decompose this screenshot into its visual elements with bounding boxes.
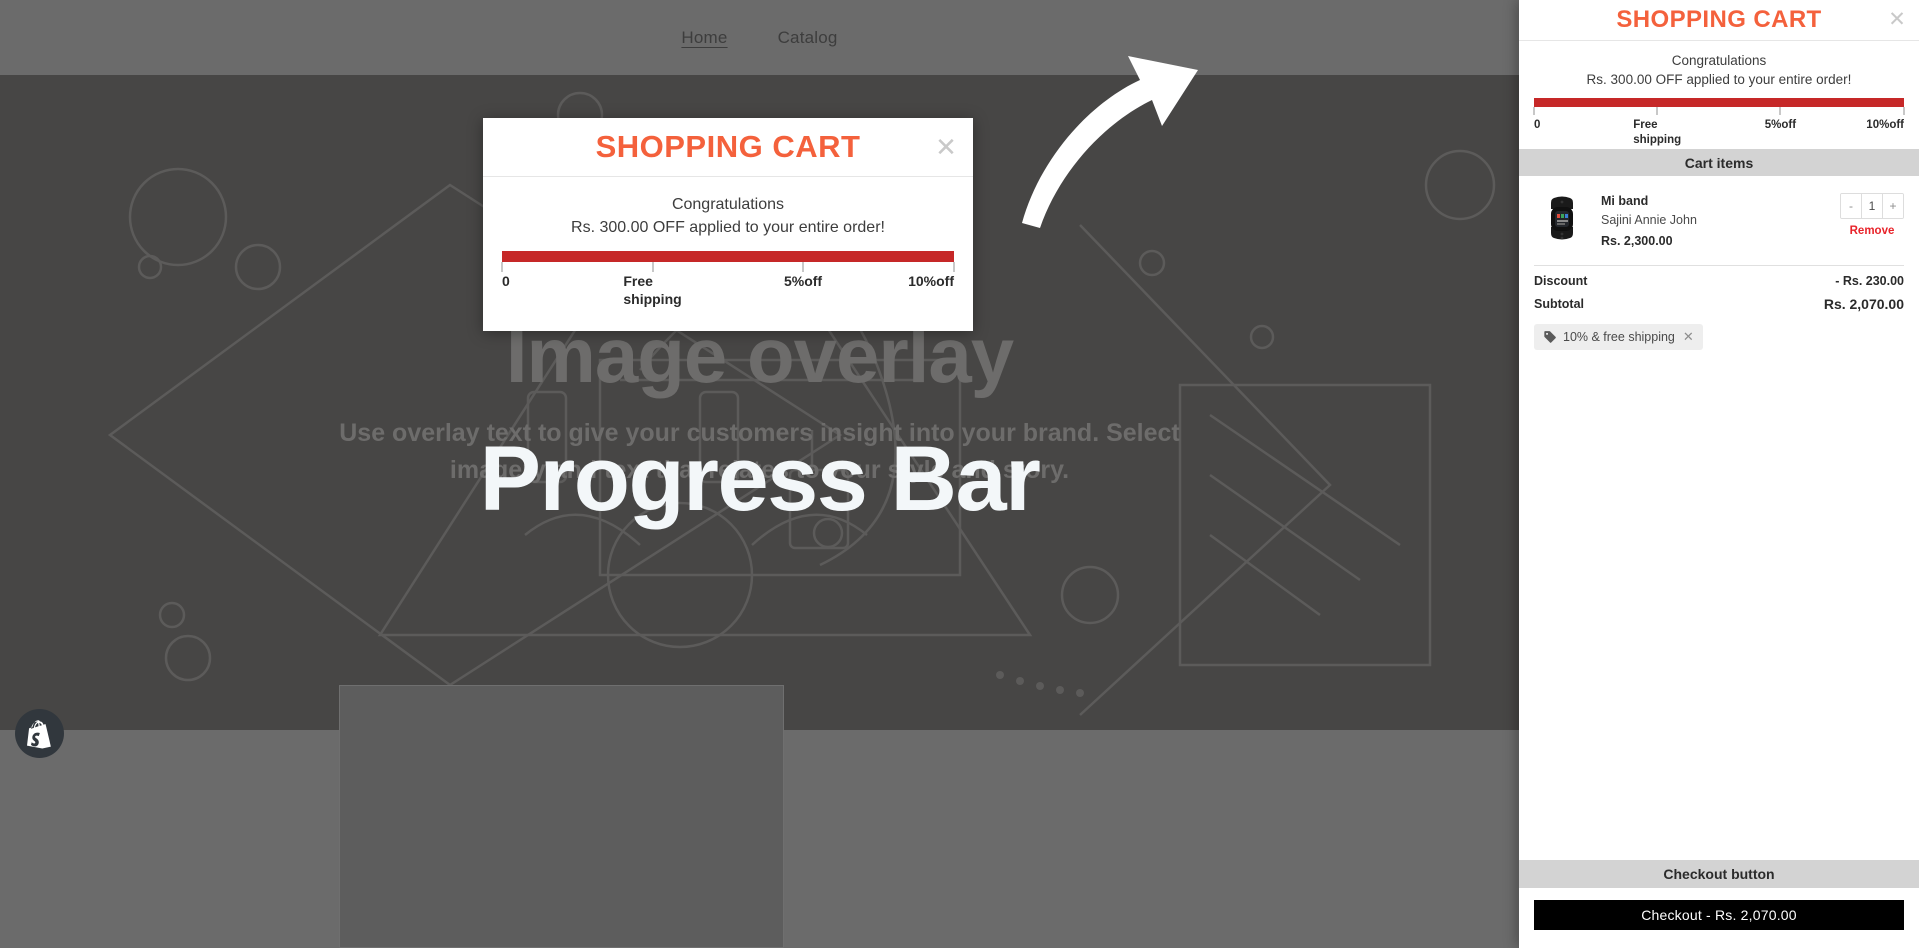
cart-item-title: Mi band	[1601, 194, 1649, 209]
close-icon[interactable]: ✕	[933, 134, 959, 160]
screen: Home Catalog Image overlay Use overlay t…	[0, 0, 1919, 948]
drawer-promo-section: Congratulations Rs. 300.00 OFF applied t…	[1519, 41, 1919, 149]
cart-items-list: Mi band Sajini Annie John Rs. 2,300.00 -…	[1519, 176, 1919, 265]
progress-tick-label: Free shipping	[1633, 119, 1682, 146]
cart-items-header: Cart items	[1519, 149, 1919, 177]
checkout-section-header: Checkout button	[1519, 860, 1919, 888]
main-navigation: Home Catalog	[0, 0, 1519, 75]
progress-bar-track	[1534, 98, 1904, 108]
modal-congrats-line1: Congratulations	[671, 196, 785, 213]
close-icon[interactable]: ✕	[1683, 329, 1694, 345]
progress-tick	[501, 262, 503, 273]
quantity-decrement-button[interactable]: -	[1841, 194, 1861, 219]
lower-content-box	[339, 685, 784, 948]
shopify-badge[interactable]	[15, 709, 64, 758]
shopping-cart-drawer: SHOPPING CART ✕ Congratulations Rs. 300.…	[1519, 0, 1919, 948]
progress-bar-track	[502, 251, 954, 263]
subtotal-row: Subtotal Rs. 2,070.00	[1534, 288, 1904, 312]
drawer-title: SHOPPING CART	[1616, 6, 1822, 33]
quantity-increment-button[interactable]: +	[1883, 194, 1903, 219]
progress-tick-label: 0	[502, 273, 510, 290]
drawer-header: SHOPPING CART ✕	[1519, 0, 1919, 41]
progress-bar-ticks	[1533, 107, 1905, 117]
drawer-congrats-line1: Congratulations	[1671, 53, 1767, 68]
product-thumbnail[interactable]	[1534, 190, 1589, 246]
discount-value: - Rs. 230.00	[1835, 273, 1904, 288]
promo-code-tag: 10% & free shipping ✕	[1534, 323, 1703, 350]
discount-label: Discount	[1534, 273, 1588, 288]
nav-item-catalog[interactable]: Catalog	[778, 28, 838, 48]
shopping-cart-modal: SHOPPING CART ✕ Congratulations Rs. 300.…	[483, 118, 973, 331]
shopify-bag-icon	[26, 719, 51, 748]
cart-item-info: Mi band Sajini Annie John Rs. 2,300.00	[1601, 190, 1828, 251]
modal-header: SHOPPING CART ✕	[483, 118, 973, 177]
cart-totals: Discount - Rs. 230.00 Subtotal Rs. 2,070…	[1519, 264, 1919, 350]
drawer-congrats-line2: Rs. 300.00 OFF applied to your entire or…	[1586, 71, 1852, 87]
price-tag-icon	[1544, 330, 1556, 343]
hero-subtitle: Use overlay text to give your customers …	[339, 418, 1180, 485]
progress-bar-labels: 0 Free shipping 5%off 10%off	[1534, 118, 1904, 149]
promo-code-label: 10% & free shipping	[1563, 329, 1675, 344]
drawer-progress-bar: 0 Free shipping 5%off 10%off	[1533, 98, 1905, 149]
drawer-spacer	[1519, 350, 1919, 860]
progress-bar-ticks	[501, 262, 955, 273]
modal-title: SHOPPING CART	[595, 129, 861, 164]
checkout-button[interactable]: Checkout - Rs. 2,070.00	[1534, 900, 1904, 930]
subtotal-value: Rs. 2,070.00	[1823, 295, 1904, 312]
progress-tick-label: Free shipping	[623, 273, 682, 307]
progress-tick-label: 10%off	[908, 273, 954, 290]
checkout-area: Checkout - Rs. 2,070.00	[1519, 888, 1919, 948]
progress-tick	[1779, 107, 1782, 116]
cart-item-row: Mi band Sajini Annie John Rs. 2,300.00 -…	[1519, 176, 1919, 265]
modal-congrats-line2: Rs. 300.00 OFF applied to your entire or…	[571, 219, 885, 237]
progress-tick-label: 10%off	[1866, 119, 1904, 132]
progress-tick	[802, 262, 805, 273]
discount-row: Discount - Rs. 230.00	[1534, 266, 1904, 288]
progress-tick-label: 5%off	[783, 273, 823, 290]
progress-bar-labels: 0 Free shipping 5%off 10%off	[502, 273, 954, 309]
progress-tick	[953, 262, 955, 273]
nav-item-home[interactable]: Home	[681, 28, 727, 48]
quantity-value[interactable]: 1	[1861, 194, 1883, 219]
progress-tick	[1903, 107, 1905, 116]
modal-body: Congratulations Rs. 300.00 OFF applied t…	[483, 177, 973, 309]
cart-item-vendor: Sajini Annie John	[1601, 213, 1697, 227]
progress-tick	[1656, 107, 1659, 116]
progress-tick	[651, 262, 654, 273]
close-icon[interactable]: ✕	[1886, 9, 1908, 31]
quantity-stepper: - 1 +	[1840, 193, 1904, 220]
modal-progress-bar: 0 Free shipping 5%off 10%off	[501, 251, 955, 309]
remove-item-link[interactable]: Remove	[1840, 225, 1904, 237]
fitness-band-product-image	[1535, 191, 1588, 244]
progress-tick-label: 0	[1534, 119, 1541, 132]
subtotal-label: Subtotal	[1534, 296, 1584, 311]
progress-tick-label: 5%off	[1764, 119, 1797, 132]
cart-item-controls: - 1 + Remove	[1840, 190, 1904, 237]
progress-tick	[1533, 107, 1535, 116]
cart-item-price: Rs. 2,300.00	[1601, 233, 1673, 248]
